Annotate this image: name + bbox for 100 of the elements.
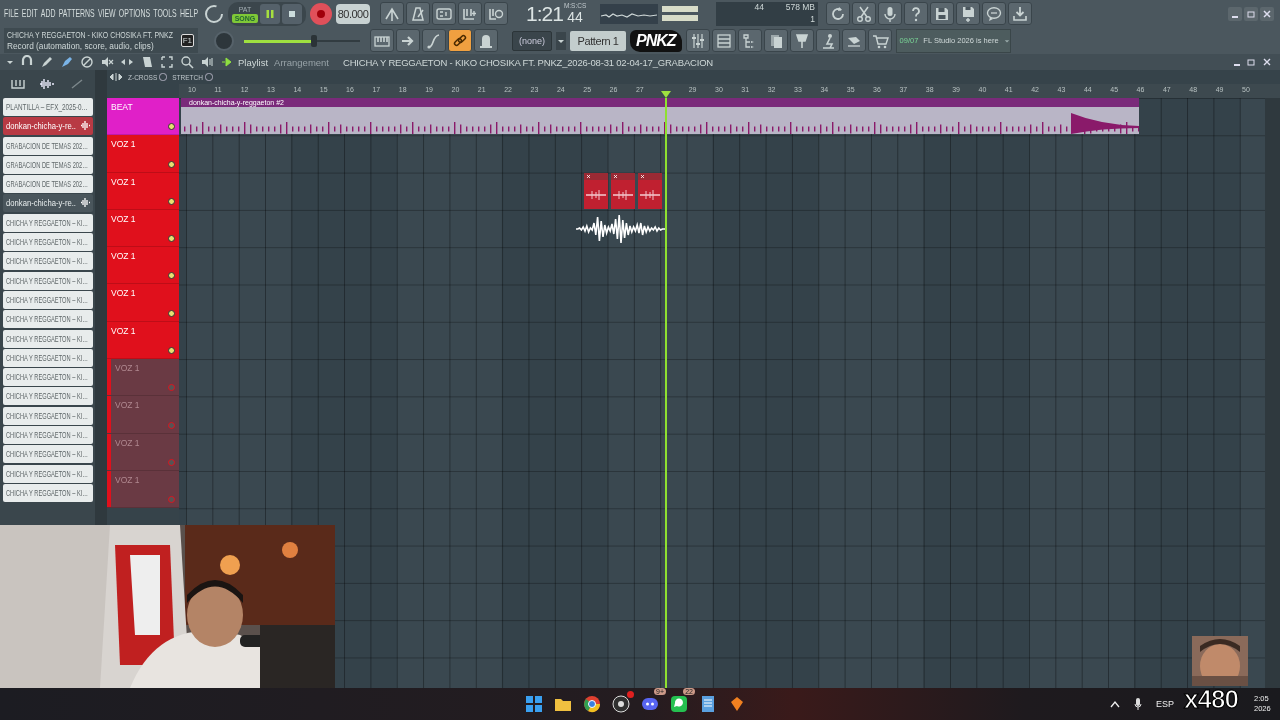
toggle-switch[interactable]	[159, 73, 168, 81]
stop-button[interactable]	[282, 3, 302, 24]
cart-button[interactable]	[867, 29, 892, 52]
track-header[interactable]: VOZ 1	[107, 135, 179, 173]
figure-button[interactable]	[815, 29, 840, 52]
dropdown-arrow-icon[interactable]	[6, 58, 14, 66]
start-icon[interactable]	[524, 694, 544, 714]
message-app-icon[interactable]	[669, 694, 689, 714]
track-header[interactable]: VOZ 1	[107, 359, 179, 397]
audio-clip[interactable]	[638, 173, 662, 209]
curve-button[interactable]	[422, 29, 446, 52]
track-header[interactable]: VOZ 1	[107, 470, 179, 509]
pause-button[interactable]	[260, 3, 280, 24]
browser-item[interactable]: CHICHA Y REGGAETON – KI…	[3, 445, 93, 464]
browser-item[interactable]: CHICHA Y REGGAETON – KI…	[3, 213, 93, 232]
volume-slider-thumb[interactable]	[310, 34, 317, 47]
track-header[interactable]: VOZ 1	[107, 209, 179, 248]
track-enable-dot[interactable]	[168, 421, 175, 429]
track-enable-dot[interactable]	[168, 160, 175, 168]
browser-item[interactable]: CHICHA Y REGGAETON – KI…	[3, 348, 93, 367]
browser-item[interactable]: GRABACION DE TEMAS 202…	[3, 175, 93, 194]
browser-item[interactable]: CHICHA Y REGGAETON – KI…	[3, 233, 93, 252]
browser-item[interactable]: CHICHA Y REGGAETON – KI…	[3, 252, 93, 271]
minimize-button[interactable]	[1228, 6, 1242, 21]
tempo-field[interactable]: 80.000	[336, 3, 370, 24]
mixer-button[interactable]	[685, 29, 710, 52]
browser-item[interactable]: CHICHA Y REGGAETON – KI…	[3, 368, 93, 387]
save-button[interactable]	[930, 2, 954, 25]
arrow-button[interactable]	[396, 29, 420, 52]
speaker-icon[interactable]	[200, 55, 214, 69]
menu-item[interactable]: VIEW	[97, 6, 116, 19]
link-button[interactable]	[448, 29, 472, 52]
zoom-icon[interactable]	[180, 55, 194, 69]
menu-item[interactable]: FILE	[4, 6, 19, 19]
track-header[interactable]: VOZ 1	[107, 433, 179, 471]
track-enable-dot[interactable]	[168, 384, 175, 392]
track-enable-dot[interactable]	[168, 272, 175, 280]
restore-icon[interactable]	[1246, 57, 1256, 67]
metronome-button[interactable]	[406, 2, 430, 25]
pages-button[interactable]	[763, 29, 788, 52]
scrollbar[interactable]	[95, 70, 107, 525]
plug-cable-icon[interactable]	[69, 78, 84, 90]
close-icon[interactable]	[1262, 57, 1272, 67]
metronome-dial-icon[interactable]	[204, 3, 224, 24]
menu-item[interactable]: PATTERNS	[58, 6, 95, 19]
bell-button[interactable]	[474, 29, 498, 52]
menu-item[interactable]: OPTIONS	[118, 6, 151, 19]
minimize-button[interactable]	[1234, 63, 1240, 66]
restore-button[interactable]	[1244, 6, 1258, 21]
track-header[interactable]: VOZ 1	[107, 321, 179, 360]
scrollbar[interactable]	[1265, 98, 1280, 688]
microphone-button[interactable]	[878, 2, 902, 25]
folder-tree-button[interactable]	[737, 29, 762, 52]
slice-icon[interactable]	[140, 55, 154, 69]
track-header[interactable]: VOZ 1	[107, 396, 179, 434]
track-header[interactable]: VOZ 1	[107, 247, 179, 285]
browser-item[interactable]: CHICHA Y REGGAETON – KI…	[3, 406, 93, 425]
select-icon[interactable]	[160, 55, 174, 69]
track-header[interactable]: BEAT	[107, 98, 179, 136]
scissors-button[interactable]	[852, 2, 876, 25]
step-button[interactable]	[458, 2, 482, 25]
piano-button[interactable]	[370, 29, 394, 52]
download-button[interactable]	[1008, 2, 1032, 25]
chevron-up-icon[interactable]	[1110, 700, 1120, 708]
reload-button[interactable]	[826, 2, 850, 25]
grid-icon[interactable]	[11, 79, 26, 89]
track-enable-dot[interactable]	[168, 347, 175, 355]
microphone-icon[interactable]	[1134, 698, 1142, 710]
language-indicator[interactable]: ESP	[1156, 699, 1174, 709]
counter-button[interactable]	[432, 2, 456, 25]
audio-clip[interactable]	[584, 173, 608, 209]
toggle-switch[interactable]	[204, 73, 213, 81]
browser-item[interactable]: GRABACION DE TEMAS 202…	[3, 155, 93, 174]
browser-item[interactable]: CHICHA Y REGGAETON – KI…	[3, 329, 93, 348]
browser-item[interactable]: CHICHA Y REGGAETON – KI…	[3, 310, 93, 329]
record-app-icon[interactable]	[611, 694, 631, 714]
scroll-arrows-icon[interactable]	[109, 72, 123, 82]
track-enable-dot[interactable]	[168, 123, 175, 131]
close-button[interactable]	[1260, 6, 1274, 21]
save-as-button[interactable]	[956, 2, 980, 25]
audio-clip[interactable]	[611, 173, 635, 209]
playlist-icon[interactable]	[220, 56, 232, 68]
track-enable-dot[interactable]	[168, 309, 175, 317]
menu-item[interactable]: ADD	[40, 6, 56, 19]
browser-icon[interactable]	[582, 694, 602, 714]
track-enable-dot[interactable]	[168, 235, 175, 243]
track-enable-dot[interactable]	[168, 496, 175, 504]
menu-item[interactable]: HELP	[179, 6, 199, 19]
browser-item[interactable]: GRABACION DE TEMAS 202…	[3, 136, 93, 155]
loop-button[interactable]	[484, 2, 508, 25]
browser-item[interactable]: CHICHA Y REGGAETON – KI…	[3, 464, 93, 483]
plug-button[interactable]	[789, 29, 814, 52]
browser-item[interactable]: donkan-chicha-y-re..	[3, 117, 93, 136]
menu-item[interactable]: EDIT	[21, 6, 38, 19]
help-button[interactable]	[904, 2, 928, 25]
browser-item[interactable]: CHICHA Y REGGAETON – KI…	[3, 483, 93, 502]
mute-icon[interactable]	[100, 55, 114, 69]
track-header[interactable]: VOZ 1	[107, 284, 179, 322]
tool-button[interactable]	[380, 2, 404, 25]
menu-item[interactable]: TOOLS	[153, 6, 177, 19]
